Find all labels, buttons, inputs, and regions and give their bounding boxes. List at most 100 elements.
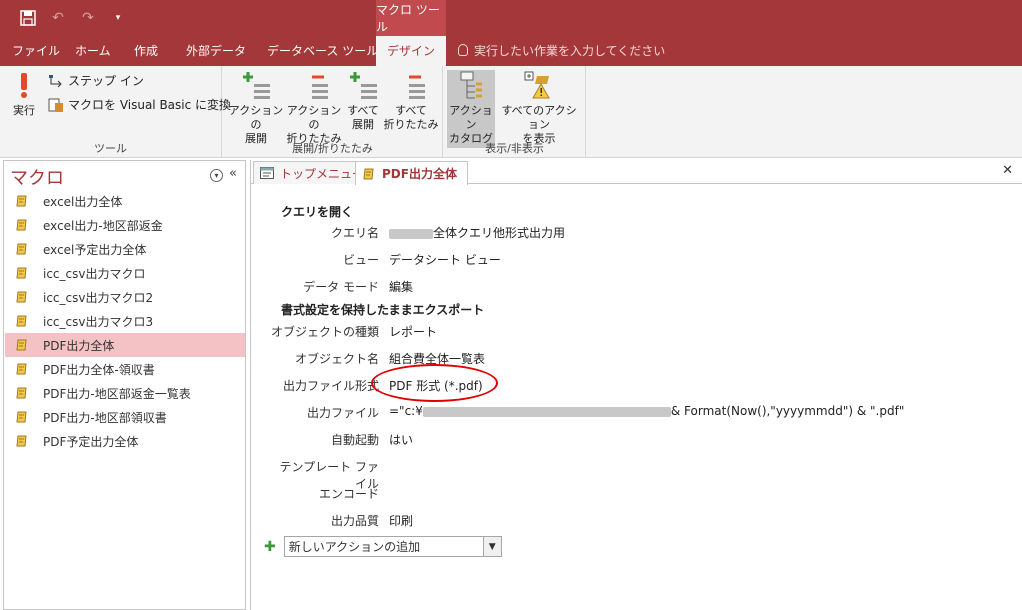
tab-create[interactable]: 作成 xyxy=(124,36,168,66)
collapse-all-icon xyxy=(409,75,425,99)
arg-label-output-file: 出力ファイル xyxy=(306,406,379,420)
close-icon[interactable]: ✕ xyxy=(1002,163,1013,178)
redo-icon[interactable]: ↷ xyxy=(78,8,98,28)
macro-item[interactable]: excel予定出力全体 xyxy=(5,237,245,261)
undo-icon[interactable]: ↶ xyxy=(48,8,68,28)
arg-label-object-name: オブジェクト名 xyxy=(294,352,379,366)
add-action-row: ✚ 新しいアクションの追加 ▼ xyxy=(264,536,502,557)
add-new-action-combobox[interactable]: 新しいアクションの追加 ▼ xyxy=(283,536,502,557)
macro-scroll-icon xyxy=(363,168,374,179)
macro-item[interactable]: PDF出力-地区部領収書 xyxy=(5,405,245,429)
arg-value-data-mode[interactable]: 編集 xyxy=(389,278,413,295)
macro-item[interactable]: icc_csv出力マクロ2 xyxy=(5,285,245,309)
macro-item-label: icc_csv出力マクロ xyxy=(43,266,146,281)
macro-item[interactable]: PDF予定出力全体 xyxy=(5,429,245,453)
ribbon: 実行 ステップ イン マクロを Visual Basic に変換 ツール アクシ… xyxy=(0,66,1022,158)
collapse-all-label-1: すべて xyxy=(395,104,427,117)
nav-title: マクロ xyxy=(10,168,64,189)
macro-item-label: PDF予定出力全体 xyxy=(43,434,139,449)
expand-plus-icon xyxy=(243,72,270,99)
step-in-button[interactable]: ステップ イン xyxy=(48,72,144,89)
expand-all-label-1: すべて xyxy=(347,104,379,117)
group-label-tools: ツール xyxy=(94,142,127,155)
macro-scroll-icon xyxy=(16,219,27,231)
arg-label-object-type: オブジェクトの種類 xyxy=(270,325,379,339)
save-icon[interactable] xyxy=(18,8,38,28)
arg-value-output-quality[interactable]: 印刷 xyxy=(389,512,413,529)
tell-me-box[interactable]: 実行したい作業を入力してください xyxy=(458,36,665,66)
macro-scroll-icon xyxy=(16,243,27,255)
output-file-prefix: ="c:¥ xyxy=(389,404,423,418)
action-export-title[interactable]: 書式設定を保持したままエクスポート xyxy=(281,301,484,318)
doc-tab-pdf-output-label: PDF出力全体 xyxy=(382,167,457,181)
macro-item-selected[interactable]: PDF出力全体 xyxy=(5,333,245,357)
collapse-actions-button[interactable]: アクションの 折りたたみ xyxy=(285,70,343,146)
tab-home[interactable]: ホーム xyxy=(65,36,121,66)
macro-item[interactable]: PDF出力全体-領収書 xyxy=(5,357,245,381)
macro-item[interactable]: icc_csv出力マクロ3 xyxy=(5,309,245,333)
arg-label-data-mode: データ モード xyxy=(303,280,379,294)
action-catalog-label-1: アクション xyxy=(449,104,493,131)
add-new-action-text: 新しいアクションの追加 xyxy=(288,540,421,554)
collapse-actions-label-1: アクションの xyxy=(286,104,342,131)
run-label: 実行 xyxy=(13,104,35,117)
red-annotation-ellipse xyxy=(371,364,498,402)
convert-vb-icon xyxy=(48,98,63,112)
macro-list: excel出力全体 excel出力-地区部返金 excel予定出力全体 icc_… xyxy=(5,189,245,453)
show-all-actions-button[interactable]: すべてのアクション を表示 xyxy=(496,70,582,146)
tab-database-tools[interactable]: データベース ツール xyxy=(257,36,388,66)
arg-value-autostart[interactable]: はい xyxy=(389,431,413,448)
navigation-pane: マクロ ▾ « excel出力全体 excel出力-地区部返金 excel予定出… xyxy=(3,160,246,610)
macro-item[interactable]: icc_csv出力マクロ xyxy=(5,261,245,285)
expand-all-label-2: 展開 xyxy=(352,118,374,131)
expand-actions-label-1: アクションの xyxy=(228,104,284,131)
macro-item[interactable]: excel出力-地区部返金 xyxy=(5,213,245,237)
run-button[interactable]: 実行 xyxy=(6,70,42,118)
macro-item-label: excel出力全体 xyxy=(43,194,123,209)
action-catalog-button[interactable]: アクション カタログ xyxy=(447,70,495,148)
collapse-pane-icon[interactable]: « xyxy=(229,166,237,181)
group-label-expand-collapse: 展開/折りたたみ xyxy=(292,142,373,155)
arg-value-view[interactable]: データシート ビュー xyxy=(389,251,501,268)
macro-item-label: icc_csv出力マクロ3 xyxy=(43,314,154,329)
tab-external-data[interactable]: 外部データ xyxy=(176,36,256,66)
arg-value-object-type[interactable]: レポート xyxy=(389,323,437,340)
expand-all-icon xyxy=(350,72,377,99)
macro-item[interactable]: excel出力全体 xyxy=(5,189,245,213)
redacted-text xyxy=(389,228,433,239)
convert-vb-label: マクロを Visual Basic に変換 xyxy=(68,98,232,112)
collapse-all-button[interactable]: すべて 折りたたみ xyxy=(383,70,439,132)
action-open-query-title[interactable]: クエリを開く xyxy=(281,203,353,220)
macro-scroll-icon xyxy=(16,195,27,207)
tell-me-text: 実行したい作業を入力してください xyxy=(474,44,666,58)
expand-actions-button[interactable]: アクションの 展開 xyxy=(227,70,285,146)
macro-item-label: PDF出力-地区部返金一覧表 xyxy=(43,386,191,401)
nav-menu-dropdown-icon[interactable]: ▾ xyxy=(210,169,223,182)
arg-label-query-name: クエリ名 xyxy=(330,226,379,240)
macro-scroll-icon xyxy=(16,411,27,423)
macro-scroll-icon xyxy=(16,267,27,279)
macro-item-label: excel出力-地区部返金 xyxy=(43,218,163,233)
redacted-text xyxy=(422,406,671,417)
customize-qat-icon[interactable]: ▾ xyxy=(108,8,128,28)
tab-design[interactable]: デザイン xyxy=(376,36,446,66)
collapse-minus-icon xyxy=(312,75,328,99)
collapse-all-label-2: 折りたたみ xyxy=(383,118,439,131)
doc-tab-pdf-output[interactable]: PDF出力全体 xyxy=(355,161,468,185)
chevron-down-icon[interactable]: ▼ xyxy=(482,537,501,556)
arg-label-autostart: 自動起動 xyxy=(330,433,379,447)
arg-value-output-file[interactable]: ="c:¥ & Format(Now(),"yyyymmdd") & ".pdf" xyxy=(389,404,904,418)
expand-all-button[interactable]: すべて 展開 xyxy=(343,70,383,132)
arg-value-query-name[interactable]: 全体クエリ他形式出力用 xyxy=(389,224,565,241)
show-all-actions-label-1: すべてのアクション xyxy=(501,104,577,131)
lightbulb-icon xyxy=(458,44,468,56)
action-catalog-icon xyxy=(460,71,482,99)
macro-item-label: excel予定出力全体 xyxy=(43,242,147,257)
convert-to-vb-button[interactable]: マクロを Visual Basic に変換 xyxy=(48,96,231,113)
macro-item[interactable]: PDF出力-地区部返金一覧表 xyxy=(5,381,245,405)
show-all-actions-icon xyxy=(524,71,550,99)
document-tabs: トップメニュー PDF出力全体 ✕ xyxy=(251,160,1022,185)
step-in-icon xyxy=(49,74,62,87)
arg-label-view: ビュー xyxy=(342,253,379,267)
tab-file[interactable]: ファイル xyxy=(2,36,70,66)
